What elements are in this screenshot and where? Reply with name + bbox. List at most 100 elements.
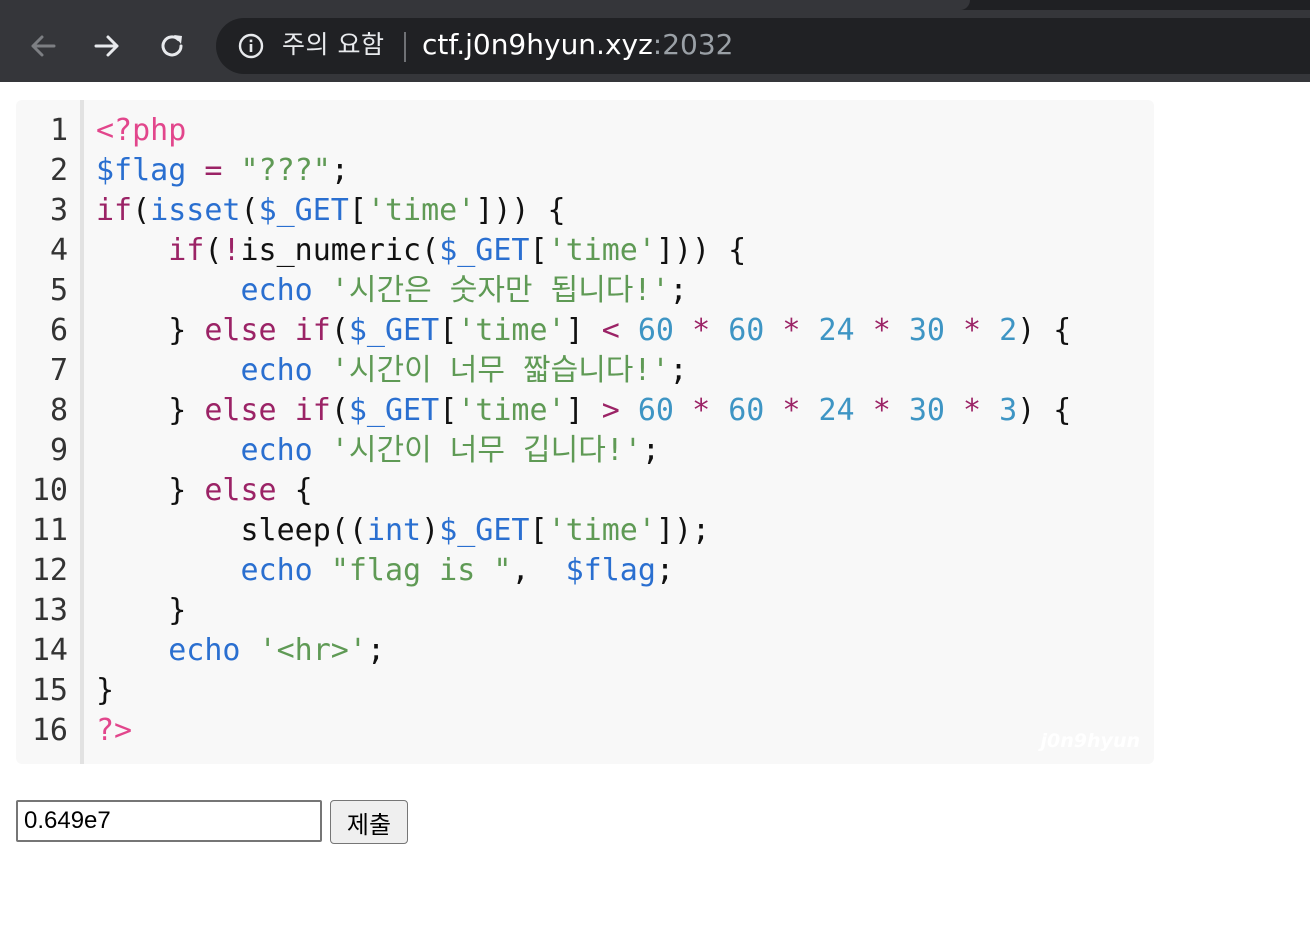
- code-token: 'time': [457, 313, 566, 348]
- watermark: j0n9hyun: [1040, 730, 1140, 752]
- line-number: 10: [31, 473, 68, 508]
- code-line: if(isset($_GET['time'])) {: [96, 191, 566, 231]
- code-line: } else if($_GET['time'] < 60 * 60 * 24 *…: [96, 311, 1071, 351]
- security-status-text[interactable]: 주의 요함: [282, 30, 384, 60]
- code-token: 60: [637, 393, 674, 428]
- code-line: sleep((int)$_GET['time']);: [96, 511, 710, 551]
- code-line: echo "flag is ", $flag;: [96, 551, 675, 591]
- line-number: 3: [49, 193, 68, 228]
- line-number: 7: [49, 353, 68, 388]
- omnibox-divider: [404, 32, 406, 62]
- code-token: echo: [240, 353, 313, 388]
- back-button[interactable]: [26, 29, 60, 63]
- code-token: }: [96, 313, 205, 348]
- code-token: 24: [818, 313, 855, 348]
- code-token: ) {: [1017, 313, 1072, 348]
- url-text[interactable]: ctf.j0n9hyun.xyz:2032: [422, 29, 734, 61]
- line-number-gutter: 1 2 3 4 5 6 7 8 9 10 11 12 13 14 15 16: [16, 100, 84, 764]
- code-line: echo '시간이 너무 깁니다!';: [96, 431, 660, 471]
- code-token: [: [439, 313, 458, 348]
- code-token: ) {: [1017, 393, 1072, 428]
- code-token: ,: [511, 553, 566, 588]
- code-token: ])) {: [655, 233, 747, 268]
- line-number: 4: [49, 233, 68, 268]
- code-token: *: [692, 313, 711, 348]
- code-token: "???": [240, 153, 331, 188]
- code-token: ;: [655, 553, 674, 588]
- browser-toolbar: 주의 요함 ctf.j0n9hyun.xyz:2032: [0, 10, 1310, 82]
- code-token: *: [872, 393, 891, 428]
- line-number: 16: [31, 713, 68, 748]
- submit-button[interactable]: 제출: [330, 800, 408, 844]
- code-token: 2: [999, 313, 1018, 348]
- reload-button[interactable]: [155, 29, 189, 63]
- address-bar[interactable]: 주의 요함 ctf.j0n9hyun.xyz:2032: [216, 18, 1310, 74]
- code-token: (: [204, 233, 223, 268]
- code-line: echo '시간이 너무 짧습니다!';: [96, 351, 688, 391]
- code-line: echo '<hr>';: [96, 631, 385, 671]
- code-token: *: [872, 313, 891, 348]
- forward-button[interactable]: [90, 29, 124, 63]
- code-token: ;: [641, 433, 660, 468]
- active-tab[interactable]: [0, 0, 970, 10]
- code-token: '시간이 너무 짧습니다!': [330, 353, 670, 388]
- code-token: ): [421, 513, 440, 548]
- code-token: 60: [637, 313, 674, 348]
- info-circle-icon[interactable]: [238, 33, 264, 59]
- code-token: (: [330, 313, 349, 348]
- code-token: !: [222, 233, 241, 268]
- code-token: [: [348, 193, 367, 228]
- code-token: 'time': [547, 233, 656, 268]
- back-arrow-icon: [31, 35, 56, 57]
- code-line: } else {: [96, 471, 313, 511]
- code-token: 30: [908, 313, 945, 348]
- time-input[interactable]: [16, 800, 322, 842]
- reload-icon: [161, 35, 183, 57]
- code-lines: <?php $flag = "???"; if(isset($_GET['time'…: [96, 100, 1146, 764]
- code-token: $_GET: [258, 193, 349, 228]
- code-line: }: [96, 671, 114, 711]
- code-token: }: [96, 393, 205, 428]
- line-number: 13: [31, 593, 68, 628]
- code-token: 'time': [547, 513, 656, 548]
- code-token: ;: [669, 273, 688, 308]
- code-token: if: [294, 313, 331, 348]
- code-token: ]);: [655, 513, 711, 548]
- code-token: }: [96, 473, 205, 508]
- tab-strip: [0, 0, 1310, 10]
- line-number: 5: [49, 273, 68, 308]
- code-token: $_GET: [439, 233, 530, 268]
- code-line: if(!is_numeric($_GET['time'])) {: [96, 231, 746, 271]
- code-line: }: [96, 591, 186, 631]
- code-token: [: [529, 233, 548, 268]
- code-line: <?php: [96, 111, 186, 151]
- code-token: int: [366, 513, 422, 548]
- php-source-code: 1 2 3 4 5 6 7 8 9 10 11 12 13 14 15 16 <?php $flag = "??…: [16, 100, 1154, 764]
- code-token: ;: [366, 633, 385, 668]
- code-token: [: [439, 393, 458, 428]
- line-number: 8: [49, 393, 68, 428]
- line-number: 2: [49, 153, 68, 188]
- code-token: ]: [565, 393, 602, 428]
- code-token: "flag is ": [330, 553, 512, 588]
- code-token: ]: [565, 313, 602, 348]
- code-token: $_GET: [439, 513, 530, 548]
